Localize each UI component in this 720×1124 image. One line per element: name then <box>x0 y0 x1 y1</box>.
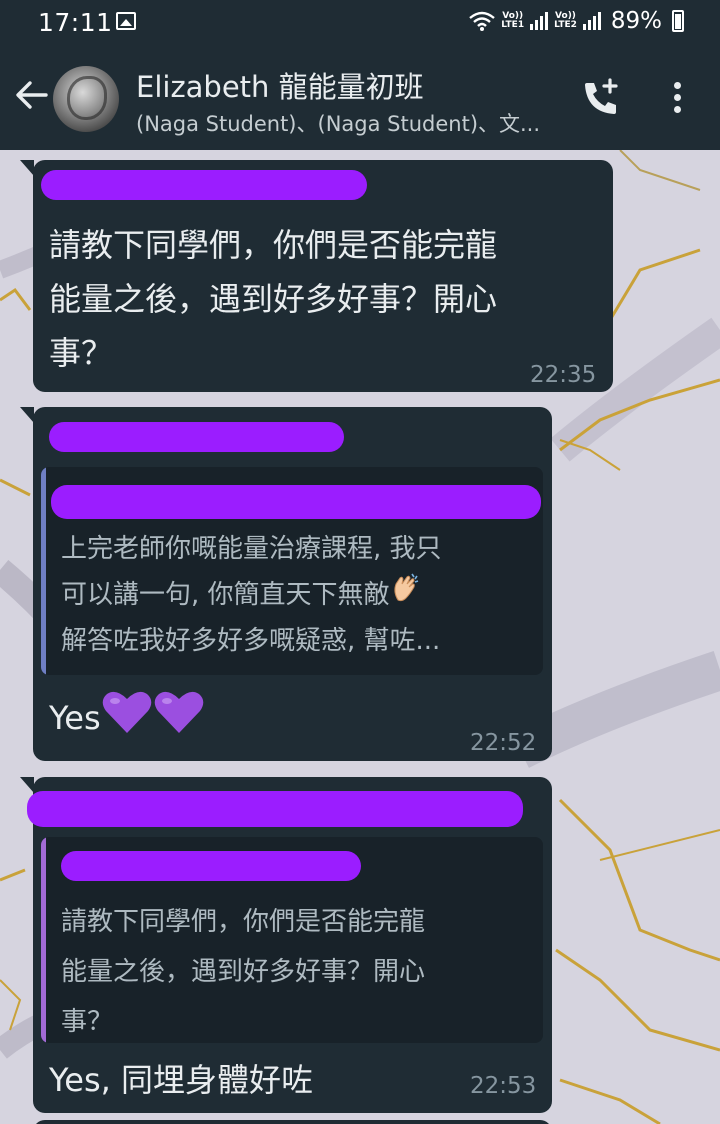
quoted-line: 解答咗我好多好多嘅疑惑, 幫咗... <box>61 626 441 656</box>
back-arrow-icon[interactable] <box>14 78 48 112</box>
redacted-sender-name <box>49 422 344 452</box>
quoted-line: 上完老師你嘅能量治療課程, 我只 <box>61 534 442 564</box>
status-bar: 17:11 Vo)) LTE1 Vo)) LTE2 89% <box>0 0 720 46</box>
sim1-lte-indicator: Vo)) LTE1 <box>501 12 524 30</box>
quoted-line: 事？ <box>61 1007 114 1037</box>
quoted-text: 上完老師你嘅能量治療課程, 我只 可以講一句, 你簡直天下無敵 解答咗我好多好多… <box>61 527 442 664</box>
battery-icon <box>672 10 684 32</box>
message-bubble[interactable]: 上完老師你嘅能量治療課程, 我只 可以講一句, 你簡直天下無敵 解答咗我好多好多… <box>20 407 552 761</box>
message-list[interactable]: 請教下同學們，你們是否能完龍 能量之後，遇到好多好事？開心 事？ 22:35 上… <box>0 150 720 1124</box>
quoted-line: 可以講一句, 你簡直天下無敵 <box>61 580 390 610</box>
redacted-sender-name <box>41 170 367 200</box>
message-text: Yes <box>49 689 205 751</box>
message-text-content: Yes <box>49 699 101 737</box>
message-text: 請教下同學們，你們是否能完龍 能量之後，遇到好多好事？開心 事？ <box>49 218 589 380</box>
message-bubble-partial[interactable] <box>33 1120 552 1124</box>
more-vert-icon[interactable] <box>673 82 683 118</box>
redacted-quote-author <box>51 485 541 519</box>
wifi-icon <box>469 11 496 31</box>
chat-header[interactable]: Elizabeth 龍能量初班 (Naga Student)、(Naga Stu… <box>0 46 720 150</box>
chat-participants[interactable]: (Naga Student)、(Naga Student)、文... <box>136 108 546 138</box>
redacted-quote-author <box>61 851 361 881</box>
message-line: 事？ <box>49 334 114 372</box>
redacted-sender-name <box>27 791 523 827</box>
sim2-lte-indicator: Vo)) LTE2 <box>554 12 577 30</box>
message-line: 能量之後，遇到好多好事？開心 <box>49 280 498 318</box>
sim2-lte-label: LTE2 <box>554 20 577 30</box>
quoted-text: 請教下同學們，你們是否能完龍 能量之後，遇到好多好事？開心 事？ <box>61 897 425 1043</box>
message-time: 22:52 <box>470 730 537 756</box>
group-avatar[interactable] <box>53 66 119 132</box>
sim1-lte-label: LTE1 <box>501 20 525 30</box>
purple-heart-icon <box>101 689 153 751</box>
sim2-signal-icon <box>582 12 601 30</box>
message-time: 22:53 <box>470 1073 537 1099</box>
message-text: Yes, 同埋身體好咗 <box>49 1061 314 1099</box>
clapping-hands-icon <box>390 572 422 619</box>
chat-screen: 17:11 Vo)) LTE1 Vo)) LTE2 89% Elizabeth … <box>0 0 720 1124</box>
quoted-message[interactable]: 請教下同學們，你們是否能完龍 能量之後，遇到好多好事？開心 事？ <box>41 837 543 1043</box>
message-bubble[interactable]: 請教下同學們，你們是否能完龍 能量之後，遇到好多好事？開心 事？ Yes, 同埋… <box>20 777 552 1113</box>
message-line: 請教下同學們，你們是否能完龍 <box>49 226 498 264</box>
purple-heart-icon <box>153 689 205 751</box>
battery-percent: 89% <box>610 8 662 34</box>
gallery-notification-icon <box>116 12 136 30</box>
status-time: 17:11 <box>38 8 113 37</box>
message-bubble[interactable]: 請教下同學們，你們是否能完龍 能量之後，遇到好多好事？開心 事？ 22:35 <box>20 160 613 392</box>
quoted-line: 請教下同學們，你們是否能完龍 <box>61 907 426 937</box>
quoted-message[interactable]: 上完老師你嘅能量治療課程, 我只 可以講一句, 你簡直天下無敵 解答咗我好多好多… <box>41 467 543 675</box>
status-indicators: Vo)) LTE1 Vo)) LTE2 89% <box>469 8 684 34</box>
add-call-icon[interactable] <box>581 78 621 118</box>
sim1-signal-icon <box>530 12 549 30</box>
chat-title[interactable]: Elizabeth 龍能量初班 <box>136 64 424 106</box>
quoted-line: 能量之後，遇到好多好事？開心 <box>61 957 426 987</box>
message-time: 22:35 <box>530 362 597 388</box>
